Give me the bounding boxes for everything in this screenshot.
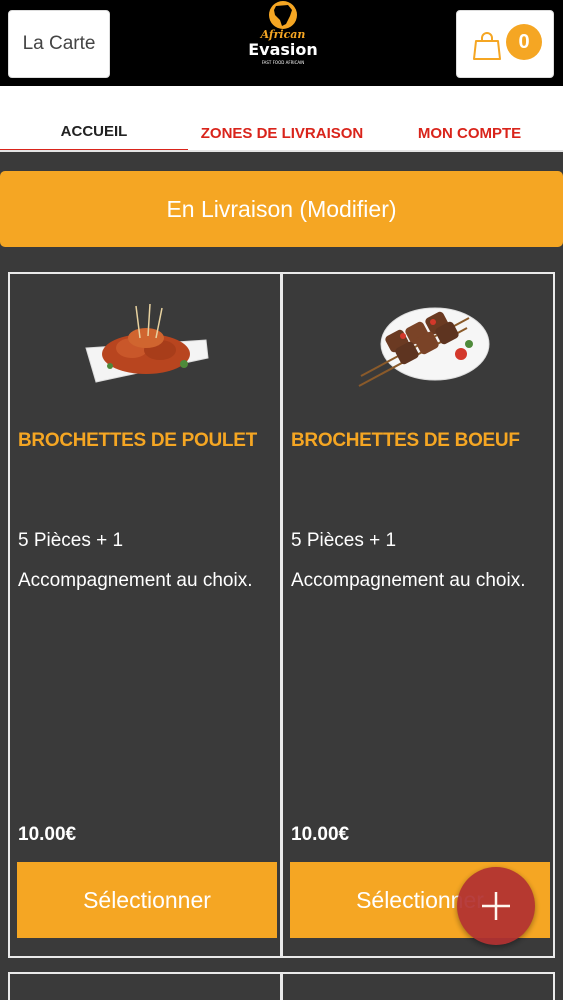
plus-icon xyxy=(482,892,510,920)
product-description-line2: Accompagnement au choix. xyxy=(18,570,253,591)
cart-button[interactable]: 0 xyxy=(456,10,554,78)
product-card-partial xyxy=(281,972,555,1000)
logo-tagline: FAST FOOD AFRICAIN xyxy=(262,60,305,65)
product-description-line1: 5 Pièces + 1 xyxy=(18,530,124,551)
tab-bar: ACCUEIL ZONES DE LIVRAISON MON COMPTE xyxy=(0,86,563,152)
product-price: 10.00€ xyxy=(18,824,77,845)
product-card: BROCHETTES DE POULET 5 Pièces + 1 Accomp… xyxy=(8,272,282,958)
logo-line2: Evasion xyxy=(248,40,318,59)
delivery-mode-label: En Livraison (Modifier) xyxy=(166,195,397,222)
add-fab-button[interactable] xyxy=(457,867,535,945)
brand-logo: African Evasion FAST FOOD AFRICAIN xyxy=(248,1,318,65)
product-description-line1: 5 Pièces + 1 xyxy=(291,530,397,551)
beef-skewers-image xyxy=(358,307,490,387)
product-title[interactable]: BROCHETTES DE BOEUF xyxy=(291,430,551,452)
menu-button-label: La Carte xyxy=(22,33,96,54)
product-price: 10.00€ xyxy=(291,824,350,845)
menu-button[interactable]: La Carte xyxy=(8,10,110,78)
product-card: BROCHETTES DE BOEUF 5 Pièces + 1 Accompa… xyxy=(281,272,555,958)
cart-count-badge: 0 xyxy=(506,24,542,60)
delivery-mode-button[interactable]: En Livraison (Modifier) xyxy=(0,171,563,247)
tab-zones-de-livraison[interactable]: ZONES DE LIVRAISON xyxy=(188,86,376,152)
tabs-divider xyxy=(0,150,563,152)
select-button-label: Sélectionner xyxy=(83,886,211,913)
product-card-partial xyxy=(8,972,282,1000)
top-bar: La Carte African Evasion FAST FOOD AFRIC… xyxy=(0,0,563,86)
chicken-skewers-image xyxy=(85,303,209,383)
shopping-bag-icon xyxy=(473,32,501,60)
product-description-line2: Accompagnement au choix. xyxy=(291,570,526,591)
tab-accueil[interactable]: ACCUEIL xyxy=(0,86,188,152)
product-title[interactable]: BROCHETTES DE POULET xyxy=(18,430,278,452)
tab-mon-compte[interactable]: MON COMPTE xyxy=(376,86,563,152)
select-product-button[interactable]: Sélectionner xyxy=(17,862,277,938)
